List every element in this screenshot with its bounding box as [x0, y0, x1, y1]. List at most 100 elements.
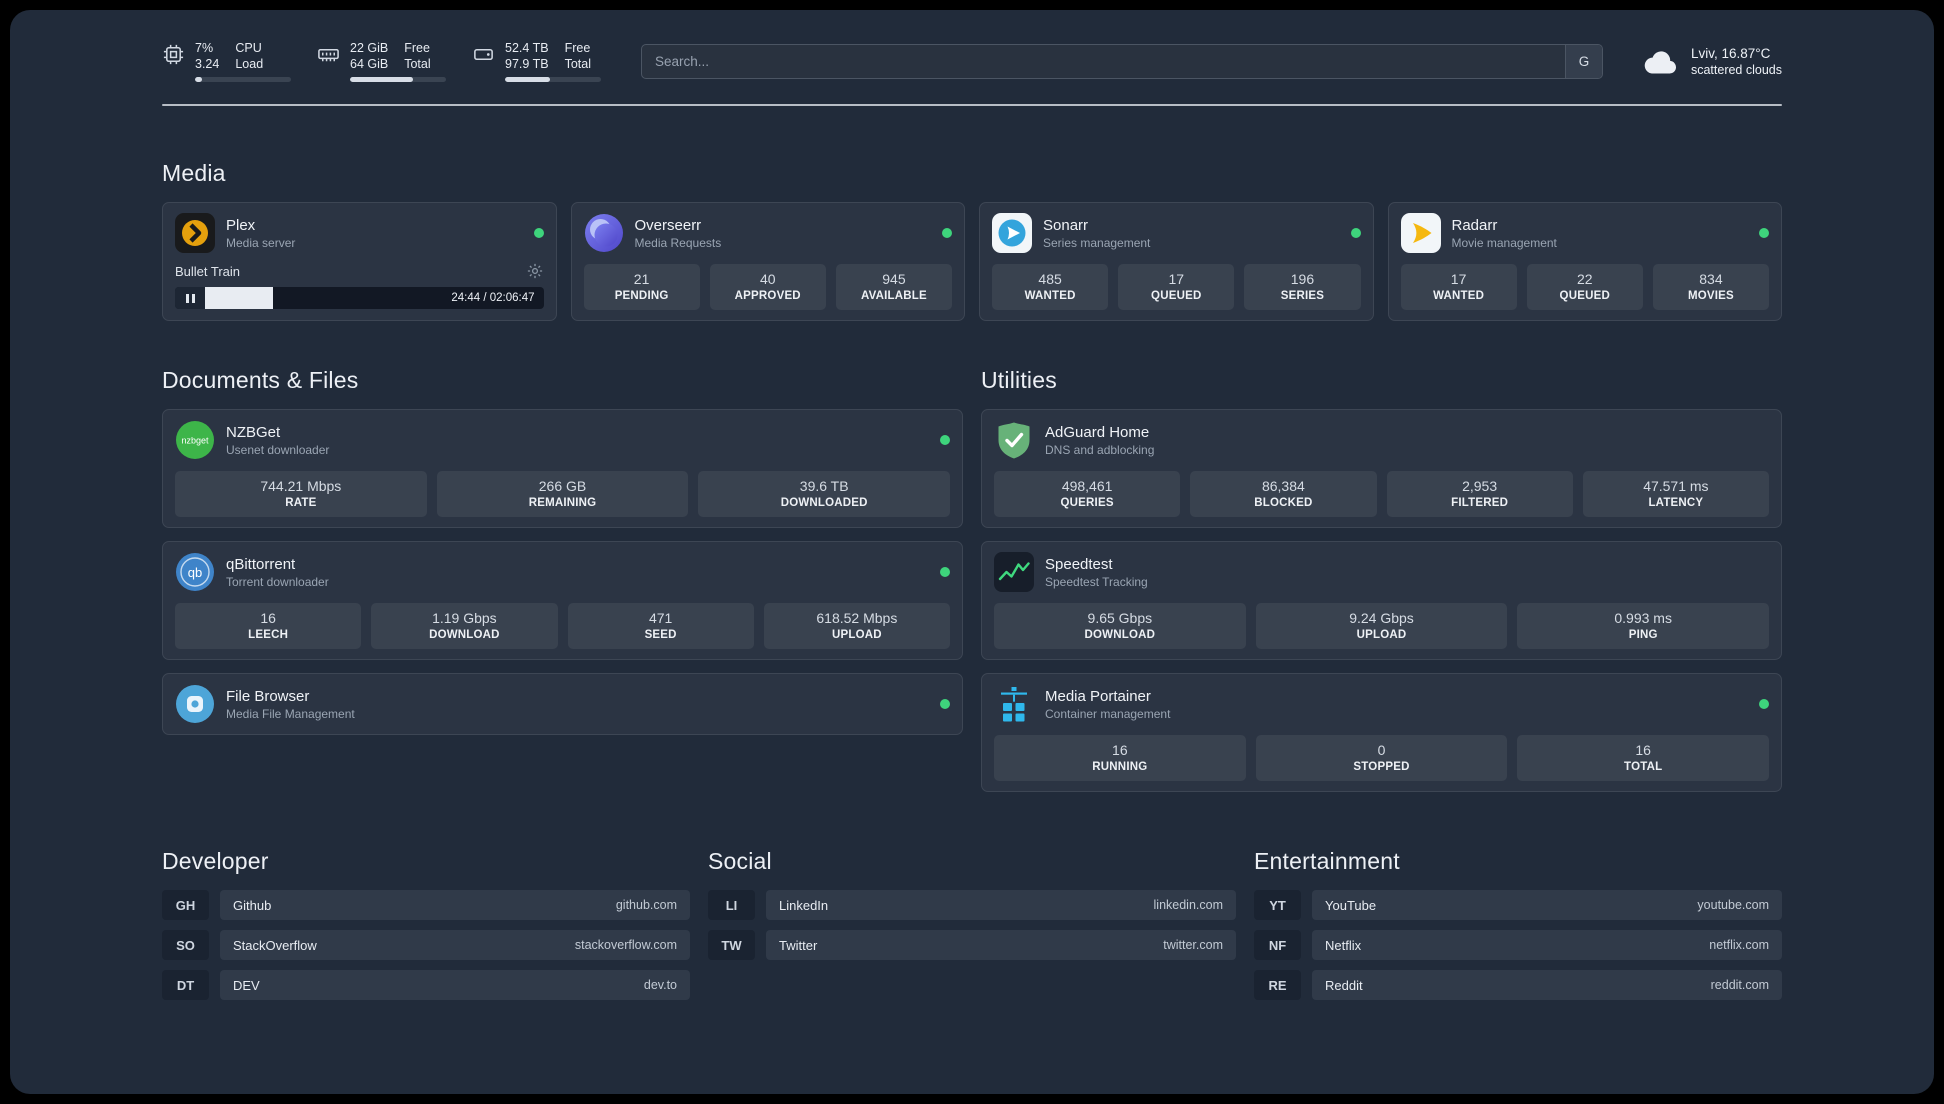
app-card-qbittorrent: qb qBittorrent Torrent downloader 16 LEE…	[162, 541, 963, 660]
stat-tile-blocked: 86,384 BLOCKED	[1190, 471, 1377, 517]
ram-labels: Free Total	[404, 41, 431, 71]
stat-tile-total: 16 TOTAL	[1517, 735, 1770, 781]
app-name[interactable]: NZBGet	[226, 424, 929, 441]
app-subtitle: Container management	[1045, 706, 1171, 721]
stat-tile-running: 16 RUNNING	[994, 735, 1246, 781]
status-dot	[1350, 228, 1361, 238]
weather-widget[interactable]: Lviv, 16.87°C scattered clouds	[1643, 45, 1782, 78]
documents-column: Documents & Files nzbget NZBGet Usenet d…	[162, 367, 963, 792]
app-subtitle: Media server	[226, 235, 296, 250]
bookmark-abbr: NF	[1254, 930, 1301, 960]
bookmark-abbr: LI	[708, 890, 755, 920]
bookmark-url: netflix.com	[1709, 938, 1769, 952]
status-dot	[940, 699, 950, 709]
playback-progress-bar[interactable]: 24:44 / 02:06:47	[205, 287, 544, 309]
app-name[interactable]: Overseerr	[635, 217, 932, 234]
app-card-speedtest: Speedtest Speedtest Tracking 9.65 Gbps D…	[981, 541, 1782, 660]
bookmark-netflix[interactable]: NF Netflix netflix.com	[1254, 930, 1782, 960]
bookmark-abbr: SO	[162, 930, 209, 960]
developer-column: Developer GH Github github.com SO StackO…	[162, 848, 690, 1000]
bookmark-dev[interactable]: DT DEV dev.to	[162, 970, 690, 1000]
bookmark-linkedin[interactable]: LI LinkedIn linkedin.com	[708, 890, 1236, 920]
bookmark-url: twitter.com	[1163, 938, 1223, 952]
playback-time: 24:44 / 02:06:47	[451, 292, 535, 304]
search-engine-button[interactable]: G	[1564, 44, 1602, 78]
bookmark-abbr: DT	[162, 970, 209, 1000]
app-card-nzbget: nzbget NZBGet Usenet downloader 744.21 M…	[162, 409, 963, 528]
radarr-icon[interactable]	[1400, 213, 1441, 253]
status-dot	[533, 228, 544, 238]
nzbget-icon[interactable]: nzbget	[175, 420, 215, 460]
stat-tile-upload: 618.52 Mbps UPLOAD	[763, 603, 950, 649]
section-title-entertainment: Entertainment	[1254, 848, 1400, 874]
ram-icon	[317, 43, 340, 66]
pause-button[interactable]	[175, 287, 205, 309]
app-name[interactable]: File Browser	[226, 688, 929, 705]
portainer-icon[interactable]	[994, 684, 1034, 724]
cloud-icon	[1643, 48, 1679, 75]
stat-tile-ping: 0.993 ms PING	[1517, 603, 1770, 649]
plex-icon[interactable]	[175, 213, 215, 253]
cpu-widget: 7% 3.24 CPU Load	[162, 40, 291, 82]
app-name[interactable]: qBittorrent	[226, 556, 929, 573]
bookmark-abbr: YT	[1254, 890, 1301, 920]
qbittorrent-icon[interactable]: qb	[175, 552, 215, 592]
stat-tile-series: 196 SERIES	[1244, 264, 1361, 310]
app-name[interactable]: Media Portainer	[1045, 688, 1748, 705]
utilities-column: Utilities AdGuard Home DNS and adblockin…	[981, 367, 1782, 792]
app-name[interactable]: AdGuard Home	[1045, 424, 1769, 441]
app-subtitle: Media Requests	[634, 235, 722, 250]
stat-tile-leech: 16 LEECH	[175, 603, 362, 649]
bookmark-stackoverflow[interactable]: SO StackOverflow stackoverflow.com	[162, 930, 690, 960]
app-name[interactable]: Plex	[226, 217, 523, 234]
status-dot	[1759, 228, 1769, 238]
status-dot	[942, 228, 952, 238]
app-subtitle: Speedtest Tracking	[1045, 574, 1148, 589]
adguard-icon[interactable]	[994, 420, 1034, 460]
bookmark-url: reddit.com	[1710, 978, 1769, 992]
app-card-adguard: AdGuard Home DNS and adblocking 498,461 …	[981, 409, 1782, 528]
settings-gear-icon[interactable]	[526, 262, 544, 280]
filebrowser-icon[interactable]	[175, 684, 215, 724]
app-card-overseerr: Overseerr Media Requests 21 PENDING 40 A…	[570, 202, 965, 321]
bookmark-name: Github	[233, 897, 272, 913]
stat-tile-wanted: 485 WANTED	[992, 264, 1109, 310]
bookmark-name: LinkedIn	[779, 897, 829, 913]
disk-labels: Free Total	[564, 41, 591, 71]
search-input[interactable]	[642, 44, 1565, 78]
topbar: 7% 3.24 CPU Load 22 GiB 64 GiB Free Tota…	[162, 40, 1782, 82]
app-name[interactable]: Sonarr	[1043, 217, 1340, 234]
bookmark-url: github.com	[615, 898, 677, 912]
sonarr-icon[interactable]	[992, 213, 1032, 253]
bookmark-abbr: RE	[1254, 970, 1301, 1000]
plex-media-player: Bullet Train 24:44 / 02:06:47	[175, 262, 544, 309]
svg-text:qb: qb	[188, 565, 202, 580]
app-subtitle: Media File Management	[226, 706, 355, 721]
bookmark-name: Reddit	[1325, 977, 1363, 993]
app-card-filebrowser: File Browser Media File Management	[162, 673, 963, 735]
section-title-social: Social	[708, 848, 772, 874]
now-playing-title: Bullet Train	[175, 263, 241, 279]
playback-progress-fill	[205, 287, 273, 309]
bookmark-url: stackoverflow.com	[574, 938, 677, 952]
app-name[interactable]: Speedtest	[1045, 556, 1769, 573]
stat-tile-filtered: 2,953 FILTERED	[1386, 471, 1573, 517]
search-bar: G	[641, 43, 1603, 79]
bookmark-name: Netflix	[1325, 937, 1362, 953]
bookmark-name: Twitter	[779, 937, 818, 953]
app-name[interactable]: Radarr	[1452, 217, 1749, 234]
status-dot	[940, 435, 950, 445]
stat-tile-movies: 834 MOVIES	[1652, 264, 1770, 310]
stat-tile-seed: 471 SEED	[567, 603, 754, 649]
stat-tile-downloaded: 39.6 TB DOWNLOADED	[698, 471, 951, 517]
stat-tile-stopped: 0 STOPPED	[1255, 735, 1508, 781]
bookmark-youtube[interactable]: YT YouTube youtube.com	[1254, 890, 1782, 920]
speedtest-icon[interactable]	[994, 552, 1034, 592]
bookmark-reddit[interactable]: RE Reddit reddit.com	[1254, 970, 1782, 1000]
weather-location: Lviv, 16.87°C	[1690, 45, 1771, 61]
bookmark-twitter[interactable]: TW Twitter twitter.com	[708, 930, 1236, 960]
overseerr-icon[interactable]	[584, 213, 624, 253]
bookmark-github[interactable]: GH Github github.com	[162, 890, 690, 920]
app-card-sonarr: Sonarr Series management 485 WANTED 17 Q…	[979, 202, 1374, 321]
dashboard-screen: 7% 3.24 CPU Load 22 GiB 64 GiB Free Tota…	[10, 10, 1934, 1094]
